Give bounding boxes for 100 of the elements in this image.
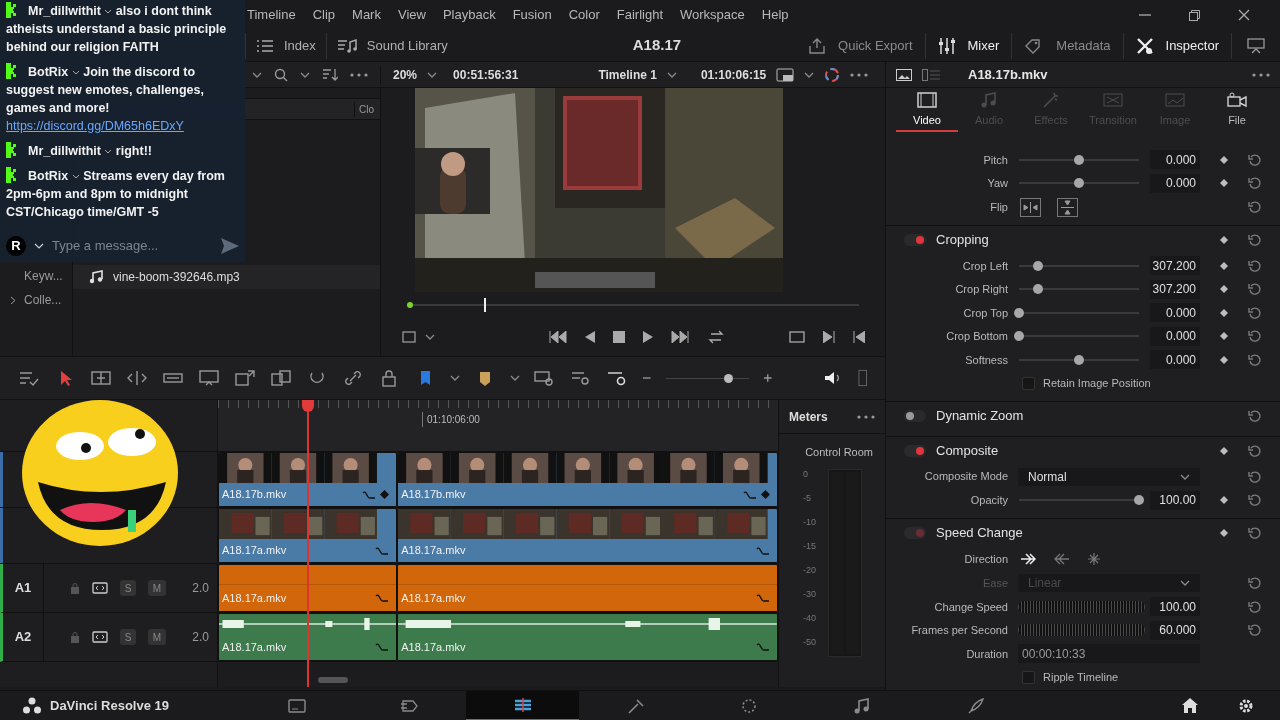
- menu-item[interactable]: Fusion: [512, 5, 552, 25]
- solo-button[interactable]: S: [120, 580, 136, 596]
- monitor-icon[interactable]: [1247, 37, 1265, 54]
- forward-icon[interactable]: [1020, 553, 1036, 565]
- reset-icon[interactable]: [1248, 469, 1262, 484]
- loop-icon[interactable]: [707, 330, 725, 344]
- value-field[interactable]: 307.200: [1150, 256, 1200, 276]
- scrubber-track[interactable]: [407, 298, 859, 312]
- overwrite-icon[interactable]: [234, 369, 256, 387]
- keyframe-icon[interactable]: [1220, 308, 1228, 317]
- settings-icon[interactable]: [1238, 697, 1254, 714]
- mute-button[interactable]: M: [148, 629, 166, 645]
- reset-icon[interactable]: [1248, 408, 1262, 423]
- restore-icon[interactable]: [1189, 9, 1200, 21]
- edit-mode-icon[interactable]: [18, 369, 40, 387]
- chevron-icon[interactable]: [104, 148, 113, 155]
- avatar[interactable]: R: [6, 236, 26, 256]
- toggle-switch[interactable]: [904, 234, 926, 246]
- menu-item[interactable]: View: [397, 5, 426, 25]
- inspector-tab[interactable]: Video: [896, 91, 958, 132]
- flip-vertical-icon[interactable]: [1057, 197, 1078, 217]
- keyframe-icon[interactable]: [1220, 261, 1228, 270]
- previous-icon[interactable]: [853, 331, 865, 343]
- slider-thumb[interactable]: [1033, 284, 1044, 295]
- value-field[interactable]: 0.000: [1150, 303, 1200, 323]
- inspector-tab[interactable]: File: [1206, 91, 1268, 132]
- more-icon[interactable]: [850, 72, 869, 77]
- track-header[interactable]: A1 S M 2.0: [0, 564, 217, 613]
- skip-forward-icon[interactable]: [671, 331, 689, 343]
- clip[interactable]: A18.17a.mkv: [397, 508, 778, 563]
- clip[interactable]: A18.17a.mkv: [397, 613, 778, 661]
- reset-icon[interactable]: [1248, 282, 1262, 297]
- caret-icon[interactable]: [510, 375, 520, 381]
- section-title[interactable]: Cropping: [936, 230, 989, 250]
- caret-icon[interactable]: [252, 71, 262, 78]
- chat-link[interactable]: https://discord.gg/DM65h6EDxY: [6, 119, 184, 133]
- zoom-level[interactable]: 20%: [393, 65, 418, 84]
- blade-icon[interactable]: [126, 369, 148, 387]
- value-field[interactable]: 307.200: [1150, 279, 1200, 299]
- reset-icon[interactable]: [1248, 352, 1262, 367]
- media-item[interactable]: vine-boom-392646.mp3: [73, 265, 380, 289]
- timeline-selector[interactable]: Timeline 1: [598, 65, 657, 84]
- playhead[interactable]: [300, 400, 315, 687]
- reset-icon[interactable]: [1248, 200, 1262, 214]
- page-button[interactable]: [466, 690, 579, 720]
- zoom-custom-icon[interactable]: [606, 369, 628, 387]
- skip-back-icon[interactable]: [549, 331, 567, 343]
- dropdown[interactable]: Normal: [1018, 467, 1200, 486]
- menu-item[interactable]: Playback: [442, 5, 496, 25]
- slider-thumb[interactable]: [1033, 260, 1044, 271]
- keyframe-icon[interactable]: [1220, 179, 1228, 188]
- caret-icon[interactable]: [450, 375, 460, 381]
- image-icon[interactable]: [896, 68, 912, 81]
- slider-thumb[interactable]: [1074, 178, 1084, 189]
- section-title[interactable]: Composite: [936, 440, 999, 461]
- caret-icon[interactable]: [666, 71, 677, 78]
- insert-icon[interactable]: [198, 369, 220, 387]
- color-wheel-icon[interactable]: [824, 66, 841, 83]
- value-field[interactable]: 100.00: [1150, 597, 1200, 617]
- scroll-bar[interactable]: [318, 677, 348, 683]
- zoom-detail-icon[interactable]: [570, 369, 592, 387]
- smart-bin[interactable]: Colle...: [0, 288, 72, 312]
- reverse-icon[interactable]: [1054, 553, 1070, 565]
- reset-icon[interactable]: [1248, 599, 1262, 614]
- keyframe-icon[interactable]: [1220, 285, 1228, 294]
- slider-thumb[interactable]: [1134, 495, 1144, 506]
- mute-button[interactable]: M: [148, 580, 166, 596]
- section-title[interactable]: Dynamic Zoom: [936, 405, 1024, 426]
- send-icon[interactable]: [221, 238, 239, 254]
- checkbox[interactable]: [1022, 670, 1035, 684]
- caret-icon[interactable]: [804, 71, 815, 78]
- toolbar-button[interactable]: Sound Library: [325, 32, 458, 59]
- keyframe-icon[interactable]: [1220, 236, 1228, 244]
- value-field[interactable]: 0.000: [1150, 326, 1200, 346]
- toolbar-button[interactable]: Mixer: [925, 32, 1013, 59]
- toolbar-button[interactable]: Metadata: [1012, 32, 1124, 59]
- solo-button[interactable]: S: [120, 629, 136, 645]
- slider-thumb[interactable]: [1074, 154, 1084, 165]
- reset-icon[interactable]: [1248, 176, 1262, 191]
- duration-field[interactable]: 00:00:10:33: [1018, 644, 1200, 664]
- menu-item[interactable]: Fairlight: [616, 5, 663, 25]
- chevron-icon[interactable]: [71, 173, 80, 180]
- menu-item[interactable]: Timeline: [247, 5, 296, 25]
- reset-icon[interactable]: [1248, 443, 1262, 458]
- safe-area-icon[interactable]: [401, 330, 417, 344]
- keyframe-icon[interactable]: [1220, 355, 1228, 364]
- caret-icon[interactable]: [300, 71, 310, 78]
- keyframe-icon[interactable]: [1220, 332, 1228, 341]
- play-reverse-icon[interactable]: [585, 331, 595, 343]
- chevron-right-icon[interactable]: [10, 295, 16, 305]
- reset-icon[interactable]: [1248, 493, 1262, 508]
- zoom-full-icon[interactable]: [534, 369, 556, 387]
- scrubber-handle[interactable]: [483, 298, 486, 312]
- value-field[interactable]: 0.000: [1150, 173, 1200, 193]
- zoom-slider[interactable]: [665, 373, 750, 383]
- slider-thumb[interactable]: [1074, 354, 1084, 365]
- hq-icon[interactable]: [776, 67, 795, 82]
- chevron-icon[interactable]: [104, 8, 113, 15]
- search-icon[interactable]: [274, 67, 288, 82]
- slider-thumb[interactable]: [724, 373, 734, 383]
